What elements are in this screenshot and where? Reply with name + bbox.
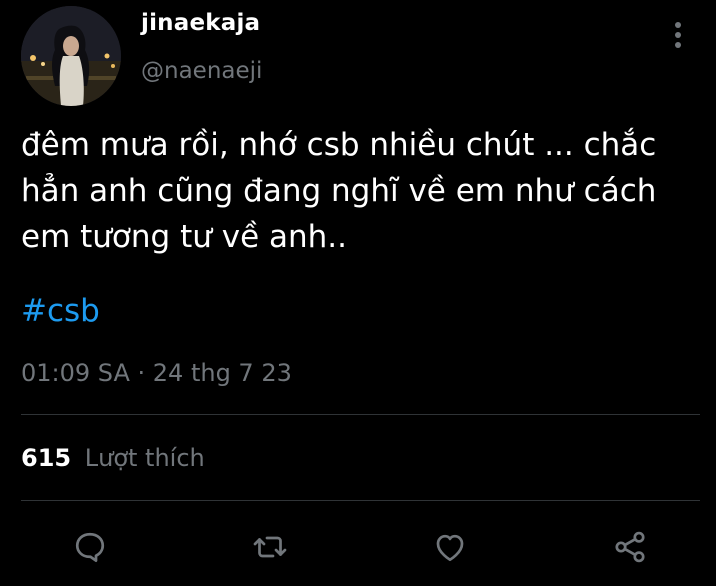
retweet-arrows-icon [253,536,287,558]
likes-label: Lượt thích [84,444,205,472]
more-options-button[interactable] [664,18,692,52]
speech-bubble-icon [75,532,105,562]
vertical-ellipsis-icon [675,22,681,48]
action-bar [0,510,716,586]
tweet-text: đêm mưa rồi, nhớ csb nhiều chút ... chắc… [21,127,657,255]
share-button[interactable] [607,524,653,570]
divider [21,500,700,501]
likes-stat[interactable]: 615 Lượt thích [21,444,205,472]
retweet-button[interactable] [247,524,293,570]
like-button[interactable] [427,524,473,570]
reply-button[interactable] [67,524,113,570]
avatar-photo [21,6,121,106]
likes-count: 615 [21,444,72,472]
user-handle[interactable]: @naenaeji [141,58,262,84]
heart-outline-icon [436,534,464,562]
divider [21,414,700,415]
hashtag-link[interactable]: #csb [21,288,100,334]
tweet-timestamp[interactable]: 01:09 SA · 24 thg 7 23 [21,359,292,387]
display-name[interactable]: jinaekaja [141,10,260,36]
avatar[interactable] [21,6,121,106]
share-nodes-icon [615,531,645,563]
